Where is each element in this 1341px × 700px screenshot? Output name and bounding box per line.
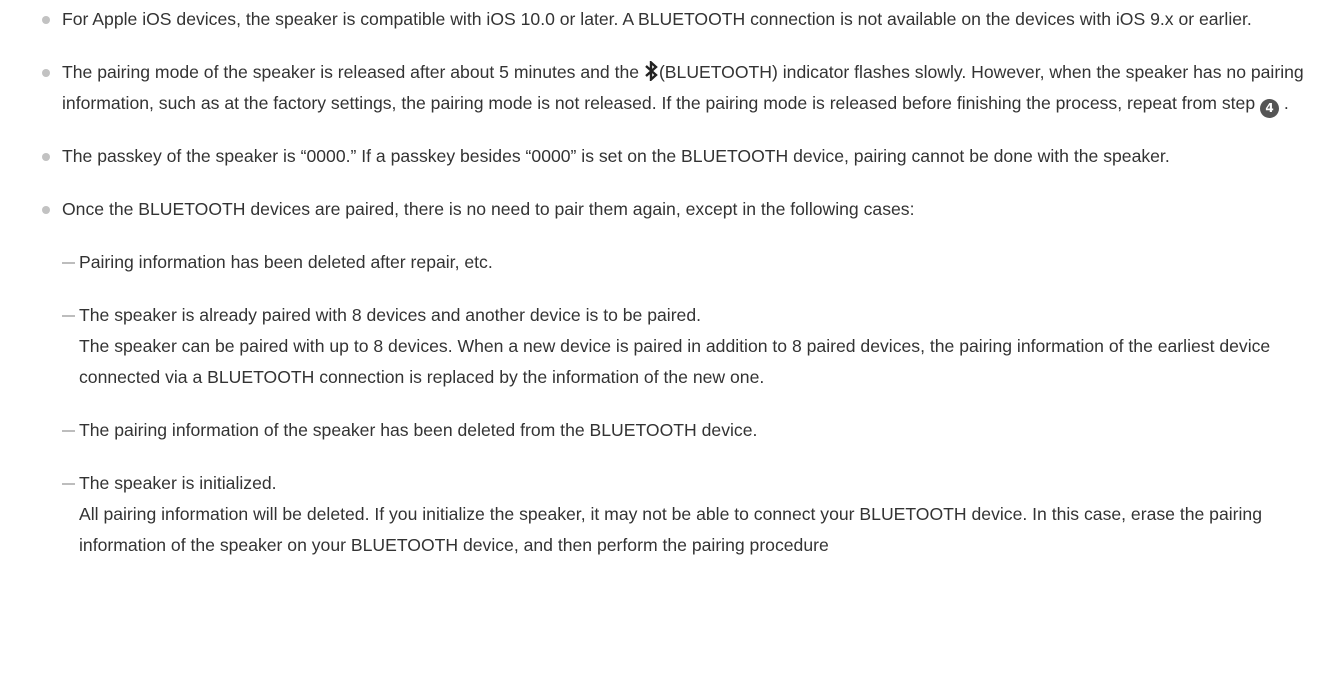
bullet-dot-icon — [42, 206, 50, 214]
bullet-dot-icon — [42, 69, 50, 77]
note-item-passkey: The passkey of the speaker is “0000.” If… — [42, 141, 1332, 172]
note-text: The passkey of the speaker is “0000.” If… — [62, 146, 1170, 166]
dash-bullet-icon — [62, 262, 75, 264]
case-detail: All pairing information will be deleted.… — [79, 504, 1262, 555]
step-number-badge[interactable]: 4 — [1260, 99, 1279, 118]
document-page: For Apple iOS devices, the speaker is co… — [0, 0, 1341, 700]
notes-list: For Apple iOS devices, the speaker is co… — [42, 0, 1332, 561]
case-text: The speaker is initialized. — [79, 473, 277, 493]
dash-bullet-icon — [62, 315, 75, 317]
note-item-paired-devices: Once the BLUETOOTH devices are paired, t… — [42, 194, 1332, 561]
note-text-part: . — [1279, 93, 1289, 113]
note-text: Once the BLUETOOTH devices are paired, t… — [62, 199, 915, 219]
case-text: The speaker is already paired with 8 dev… — [79, 305, 702, 325]
case-detail: The speaker can be paired with up to 8 d… — [79, 336, 1271, 387]
note-item-pairing-mode-release: The pairing mode of the speaker is relea… — [42, 57, 1332, 119]
case-text: The pairing information of the speaker h… — [79, 420, 758, 440]
note-text-part: The pairing mode of the speaker is relea… — [62, 62, 644, 82]
case-item: Pairing information has been deleted aft… — [62, 247, 1332, 278]
case-item: The speaker is initialized. All pairing … — [62, 468, 1332, 561]
note-text: For Apple iOS devices, the speaker is co… — [62, 9, 1252, 29]
bullet-dot-icon — [42, 16, 50, 24]
case-item: The pairing information of the speaker h… — [62, 415, 1332, 446]
case-text: Pairing information has been deleted aft… — [79, 252, 493, 272]
dash-bullet-icon — [62, 483, 75, 485]
bluetooth-icon — [644, 59, 658, 83]
cases-list: Pairing information has been deleted aft… — [62, 247, 1332, 561]
note-item-ios-compatibility: For Apple iOS devices, the speaker is co… — [42, 4, 1332, 35]
note-text: The pairing mode of the speaker is relea… — [62, 57, 1332, 119]
bullet-dot-icon — [42, 153, 50, 161]
dash-bullet-icon — [62, 430, 75, 432]
case-item: The speaker is already paired with 8 dev… — [62, 300, 1332, 393]
